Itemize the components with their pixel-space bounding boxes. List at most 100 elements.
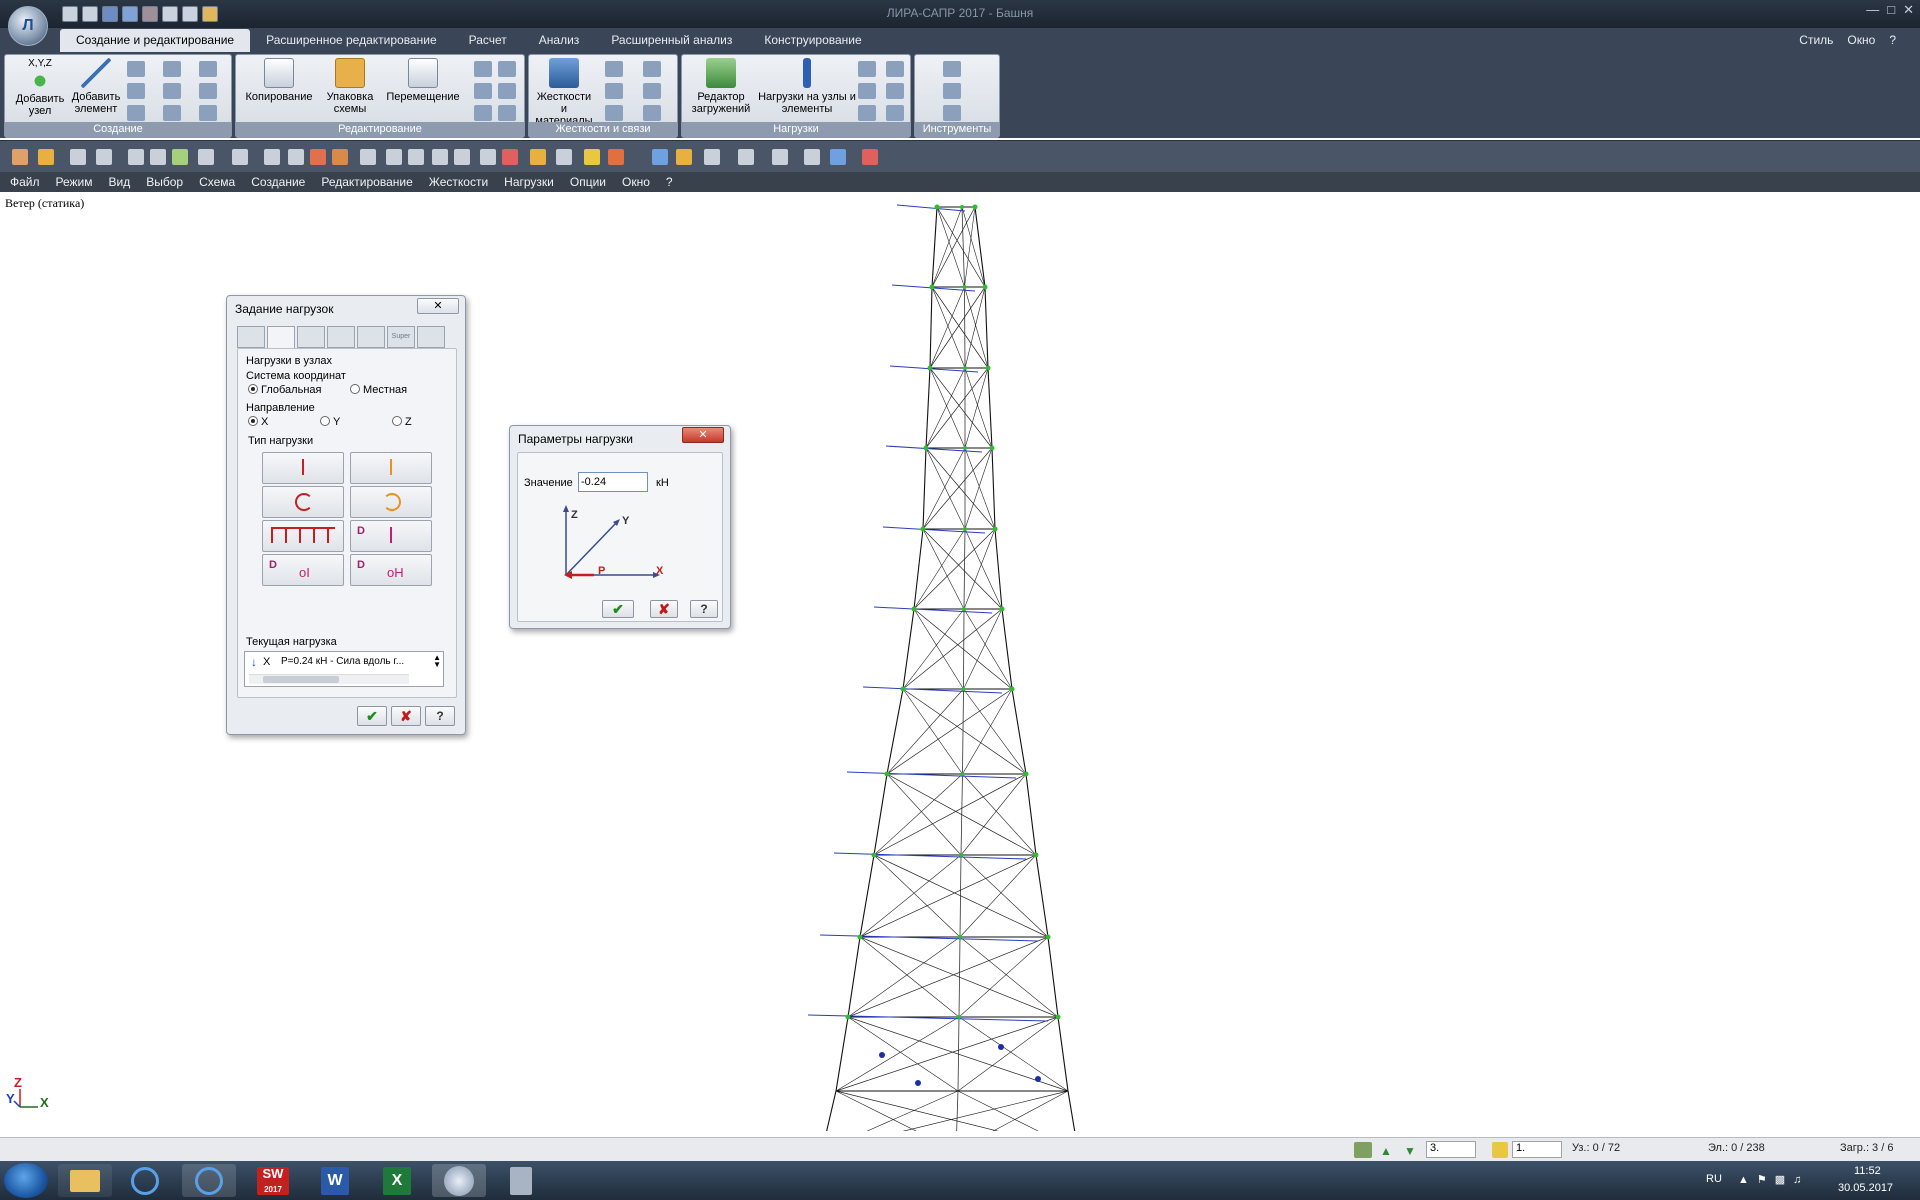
fragment-icon[interactable]: [232, 149, 248, 165]
moment-cw-button[interactable]: [262, 486, 344, 518]
menu-window[interactable]: Окно: [622, 175, 650, 189]
tab-super[interactable]: Super: [387, 326, 415, 348]
tab-analysis[interactable]: Анализ: [523, 29, 596, 52]
tab-element-load-icon[interactable]: [297, 326, 325, 348]
pencil-icon[interactable]: [584, 149, 600, 165]
tab-plate-load-icon[interactable]: [327, 326, 355, 348]
param-dialog-ok-button[interactable]: ✔: [602, 600, 634, 618]
merge-icon[interactable]: [498, 105, 516, 121]
copy-icon[interactable]: [182, 6, 198, 22]
load-dialog-cancel-button[interactable]: ✘: [391, 706, 421, 726]
projection-icon[interactable]: [198, 149, 214, 165]
load-case-icon[interactable]: [858, 61, 876, 77]
tab-special-icon[interactable]: [417, 326, 445, 348]
d-harmonic-button[interactable]: DoH: [350, 554, 432, 586]
column-icon[interactable]: [163, 83, 181, 99]
pack-scheme-button[interactable]: Упаковка схемы: [320, 58, 380, 115]
grid-view-icon[interactable]: [454, 149, 470, 165]
arch-icon[interactable]: [127, 83, 145, 99]
menu-options[interactable]: Опции: [570, 175, 606, 189]
style-dropdown[interactable]: Стиль: [1799, 33, 1833, 47]
tab-design[interactable]: Конструирование: [748, 29, 877, 52]
help-icon[interactable]: ?: [1889, 33, 1896, 47]
pan-icon[interactable]: [38, 149, 54, 165]
distributed-load-button[interactable]: [262, 520, 344, 552]
minimize-icon[interactable]: —: [1866, 2, 1879, 18]
radio-dir-y[interactable]: Y: [320, 416, 340, 428]
load-dialog-close-button[interactable]: ✕: [417, 298, 459, 314]
param-dialog-close-button[interactable]: ✕: [682, 427, 724, 443]
stiffness-materials-button[interactable]: Жесткости и материалы: [533, 58, 595, 127]
refresh-icon[interactable]: [830, 149, 846, 165]
iso-view-icon[interactable]: [804, 149, 820, 165]
constraint-icon[interactable]: [605, 105, 623, 121]
axes-yellow-icon[interactable]: [676, 149, 692, 165]
start-button[interactable]: [4, 1163, 48, 1198]
app-logo-button[interactable]: Л: [8, 6, 48, 46]
rotate-view-icon[interactable]: [172, 149, 188, 165]
xz-view-icon[interactable]: [704, 149, 720, 165]
list-hscrollbar[interactable]: [249, 674, 409, 684]
frame-icon[interactable]: [199, 83, 217, 99]
menu-view[interactable]: Вид: [109, 175, 131, 189]
rigid-icon[interactable]: [643, 83, 661, 99]
axes-icon[interactable]: [652, 149, 668, 165]
load-dialog-ok-button[interactable]: ✔: [357, 706, 387, 726]
solidworks-task[interactable]: SW 2017: [246, 1164, 300, 1197]
tools-icon-3[interactable]: [943, 105, 961, 121]
frame-view-icon[interactable]: [70, 149, 86, 165]
tab-solid-load-icon[interactable]: [357, 326, 385, 348]
status-down-icon[interactable]: ▼: [1404, 1144, 1416, 1158]
menu-stiffness[interactable]: Жесткости: [429, 175, 488, 189]
restore-icon[interactable]: [360, 149, 376, 165]
zoom-out-icon[interactable]: [96, 149, 112, 165]
mesh-icon[interactable]: [163, 61, 181, 77]
flag-icon[interactable]: [608, 149, 624, 165]
status-icon-1[interactable]: [1354, 1142, 1372, 1158]
load-editor-button[interactable]: Редактор загружений: [686, 58, 756, 115]
elements-view-icon[interactable]: [408, 149, 424, 165]
load-table-icon[interactable]: [886, 61, 904, 77]
redo-icon[interactable]: [142, 6, 158, 22]
menu-select[interactable]: Выбор: [146, 175, 183, 189]
link-icon[interactable]: [605, 83, 623, 99]
grid-icon[interactable]: [127, 61, 145, 77]
axes-red-icon[interactable]: [862, 149, 878, 165]
excel-task[interactable]: X: [370, 1164, 424, 1197]
tab-node-load-icon[interactable]: [267, 326, 295, 348]
hand-icon[interactable]: [202, 6, 218, 22]
menu-help[interactable]: ?: [666, 175, 673, 189]
tab-advanced-edit[interactable]: Расширенное редактирование: [250, 29, 453, 52]
select-icon[interactable]: [12, 149, 28, 165]
tab-cut-icon[interactable]: [237, 326, 265, 348]
current-load-list[interactable]: ↓ X P=0.24 кН - Сила вдоль г... ▲ ▼: [244, 651, 444, 687]
info-icon[interactable]: [502, 149, 518, 165]
move-button[interactable]: Перемещение: [382, 58, 464, 103]
loads-nodes-button[interactable]: Нагрузки на узлы и элементы: [758, 58, 856, 115]
print-icon[interactable]: [162, 6, 178, 22]
rotate-icon[interactable]: [474, 83, 492, 99]
hide-icon[interactable]: [332, 149, 348, 165]
close-icon[interactable]: ✕: [1903, 2, 1914, 18]
line-icon[interactable]: [199, 61, 217, 77]
d-inertia-button[interactable]: DoI: [262, 554, 344, 586]
tray-date[interactable]: 30.05.2017: [1838, 1182, 1893, 1194]
model-workspace[interactable]: Ветер (статика) Z Y X Задание нагрузок ✕…: [0, 193, 1920, 1131]
cut-icon[interactable]: [474, 61, 492, 77]
force-up-button[interactable]: [350, 452, 432, 484]
menu-create[interactable]: Создание: [251, 175, 305, 189]
explorer-task[interactable]: [58, 1164, 112, 1197]
filter-icon[interactable]: [264, 149, 280, 165]
word-task[interactable]: W: [308, 1164, 362, 1197]
radio-dir-x[interactable]: X: [248, 416, 268, 428]
undo-icon[interactable]: [122, 6, 138, 22]
menu-loads[interactable]: Нагрузки: [504, 175, 554, 189]
tray-time[interactable]: 11:52: [1854, 1165, 1881, 1177]
zoom-fit-icon[interactable]: [128, 149, 144, 165]
yz-view-icon[interactable]: [772, 149, 788, 165]
status-combo-2[interactable]: 1.: [1512, 1141, 1562, 1158]
moment-ccw-button[interactable]: [350, 486, 432, 518]
menu-edit[interactable]: Редактирование: [321, 175, 412, 189]
radio-dir-z[interactable]: Z: [392, 416, 412, 428]
xy-view-icon[interactable]: [738, 149, 754, 165]
